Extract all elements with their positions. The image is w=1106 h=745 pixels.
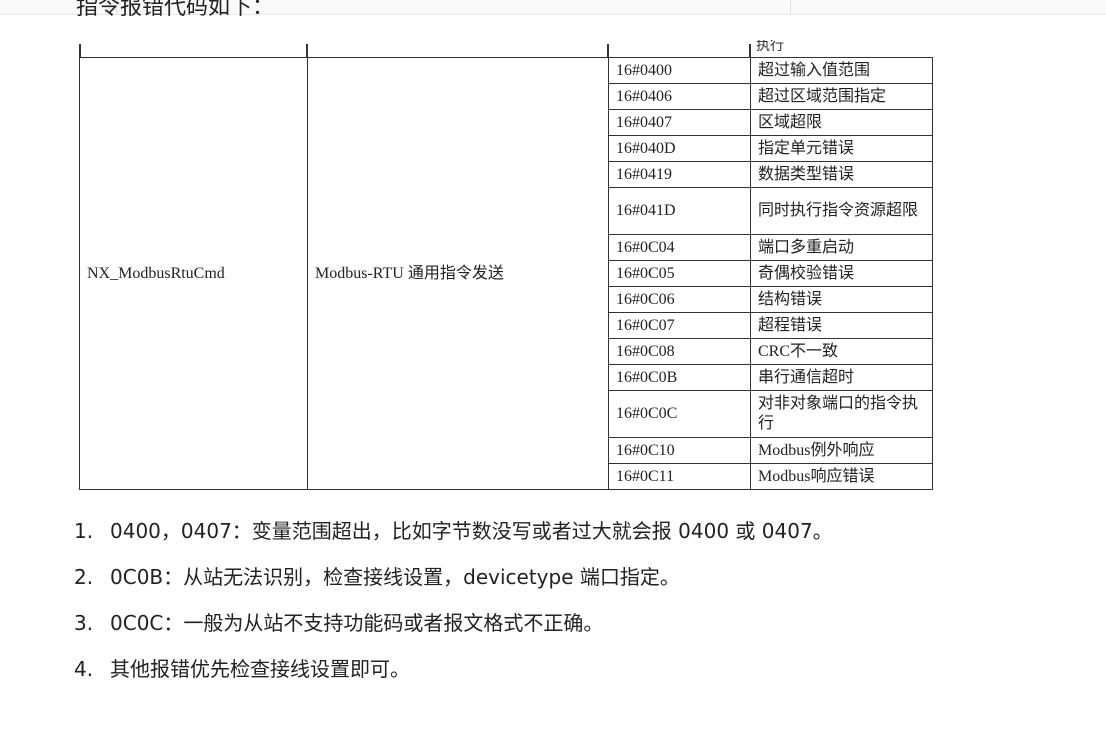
note-text: 0400，0407：变量范围超出，比如字节数没写或者过大就会报 0400 或 0… — [110, 519, 833, 543]
error-message-cell: CRC不一致 — [750, 338, 933, 365]
ruler-tick — [790, 0, 791, 14]
error-message-cell: 超过区域范围指定 — [750, 83, 933, 110]
function-name-cell: NX_ModbusRtuCmd — [79, 57, 308, 490]
error-message-cell: Modbus例外响应 — [750, 437, 933, 464]
note-number: 1. — [74, 519, 94, 543]
table-border-stub — [607, 44, 609, 57]
function-desc-cell: Modbus-RTU 通用指令发送 — [307, 57, 609, 490]
error-code-cell: 16#0C04 — [608, 234, 751, 261]
error-code-cell: 16#040D — [608, 135, 751, 162]
error-code-cell: 16#0C0B — [608, 364, 751, 391]
partial-cell-text: 执行 — [756, 40, 784, 51]
error-message-cell: 奇偶校验错误 — [750, 260, 933, 287]
table-border-stub — [749, 44, 751, 57]
note-number: 3. — [74, 611, 94, 635]
table-row: NX_ModbusRtuCmd Modbus-RTU 通用指令发送 16#0400 超… — [79, 57, 933, 490]
error-message-cell: 数据类型错误 — [750, 161, 933, 188]
error-message-cell: 指定单元错误 — [750, 135, 933, 162]
note-item: 2. 0C0B：从站无法识别，检查接线设置，devicetype 端口指定。 — [74, 563, 833, 609]
error-code-cell: 16#0C07 — [608, 312, 751, 339]
error-code-cell: 16#0C11 — [608, 463, 751, 490]
error-message-cell: 结构错误 — [750, 286, 933, 313]
document-page: 指令报错代码如下： 执行 NX_ModbusRtuCmd Modbus-RTU 通… — [0, 0, 1106, 745]
error-message-cell: 超程错误 — [750, 312, 933, 339]
note-item: 4. 其他报错优先检查接线设置即可。 — [74, 655, 833, 701]
error-code-cell: 16#0407 — [608, 109, 751, 136]
error-code-cell: 16#0C05 — [608, 260, 751, 287]
table-border-stub — [306, 44, 308, 57]
note-item: 1. 0400，0407：变量范围超出，比如字节数没写或者过大就会报 0400 或… — [74, 517, 833, 563]
error-message-cell: 超过输入值范围 — [750, 57, 933, 84]
error-code-cell: 16#0419 — [608, 161, 751, 188]
note-item: 3. 0C0C：一般为从站不支持功能码或者报文格式不正确。 — [74, 609, 833, 655]
error-message-cell: 端口多重启动 — [750, 234, 933, 261]
note-text: 0C0C：一般为从站不支持功能码或者报文格式不正确。 — [110, 611, 604, 635]
note-text: 其他报错优先检查接线设置即可。 — [110, 657, 410, 681]
error-message-cell: 同时执行指令资源超限 — [750, 187, 933, 235]
error-code-cell: 16#0C10 — [608, 437, 751, 464]
error-code-cell: 16#0C0C — [608, 390, 751, 438]
note-text: 0C0B：从站无法识别，检查接线设置，devicetype 端口指定。 — [110, 565, 680, 589]
error-code-cell: 16#0C06 — [608, 286, 751, 313]
error-message-cell: 区域超限 — [750, 109, 933, 136]
notes-list: 1. 0400，0407：变量范围超出，比如字节数没写或者过大就会报 0400 或… — [74, 517, 833, 701]
error-code-cell: 16#0C08 — [608, 338, 751, 365]
error-code-cell: 16#041D — [608, 187, 751, 235]
note-number: 2. — [74, 565, 94, 589]
error-code-cell: 16#0406 — [608, 83, 751, 110]
error-message-cell: 对非对象端口的指令执行 — [750, 390, 933, 438]
error-message-cell: 串行通信超时 — [750, 364, 933, 391]
error-code-cell: 16#0400 — [608, 57, 751, 84]
table-border-stub — [79, 44, 81, 57]
note-number: 4. — [74, 657, 94, 681]
intro-text: 指令报错代码如下： — [76, 0, 275, 20]
error-code-table: NX_ModbusRtuCmd Modbus-RTU 通用指令发送 16#0400 超… — [79, 57, 933, 490]
error-message-cell: Modbus响应错误 — [750, 463, 933, 490]
